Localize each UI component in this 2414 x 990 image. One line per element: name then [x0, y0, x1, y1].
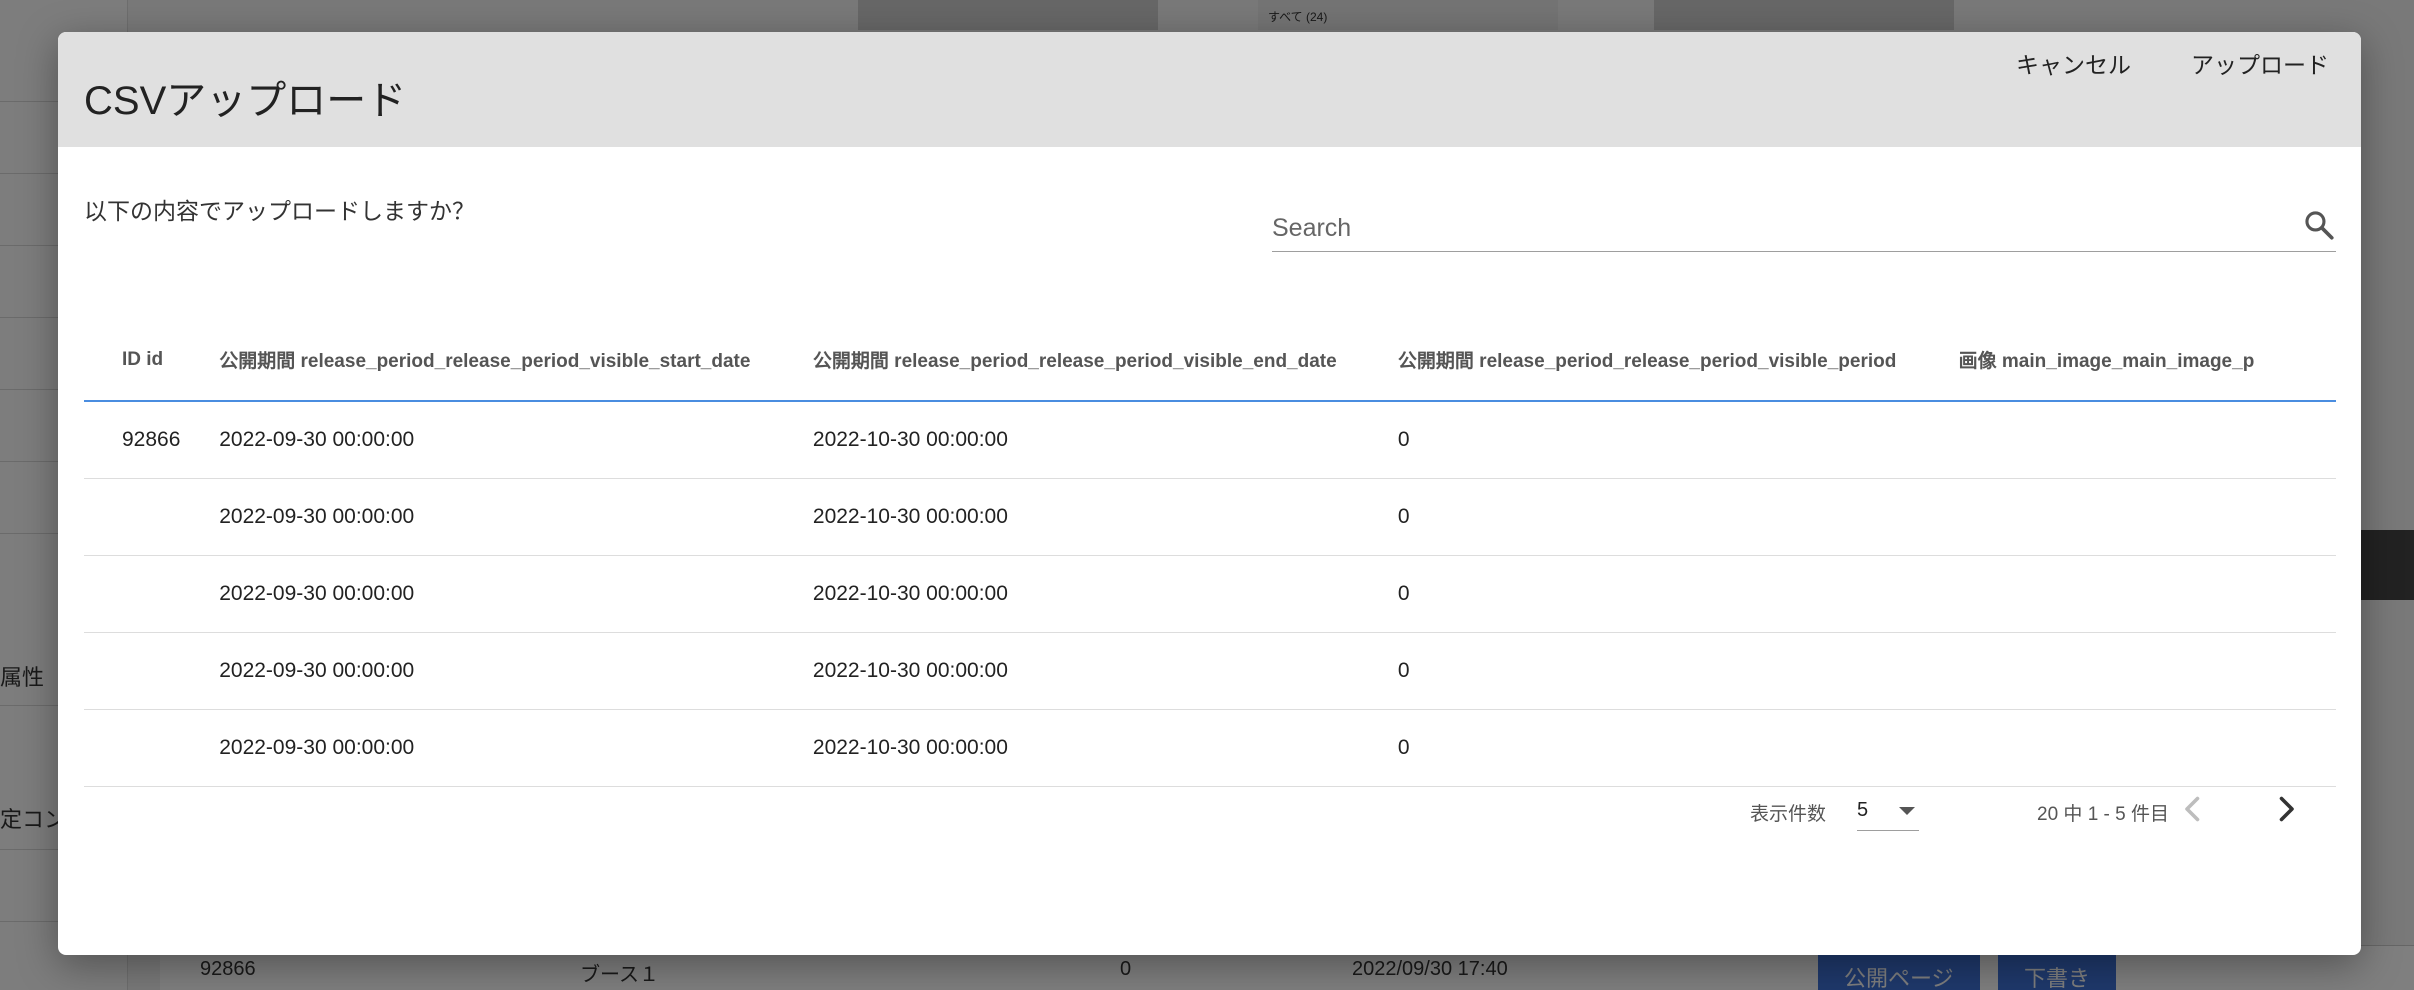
csv-upload-dialog: CSVアップロード 以下の内容でアップロードしますか？ ID id 公開期間 r…: [58, 32, 2361, 955]
table-row: 2022-09-30 00:00:00 2022-10-30 00:00:00 …: [84, 709, 2336, 787]
rows-per-page-value: 5: [1857, 799, 1869, 821]
table-cell: 0: [1397, 709, 1959, 787]
table-cell: 2022-10-30 00:00:00: [812, 555, 1398, 633]
column-header[interactable]: 公開期間 release_period_release_period_visib…: [1397, 319, 1959, 402]
table-cell: [1958, 555, 2336, 633]
table-cell: [84, 478, 220, 556]
cancel-button[interactable]: キャンセル: [2016, 46, 2131, 80]
table-cell: 0: [1397, 555, 1959, 633]
table-row: 92866 2022-09-30 00:00:00 2022-10-30 00:…: [84, 401, 2336, 479]
table-cell: 2022-10-30 00:00:00: [812, 632, 1398, 710]
table-cell: 0: [1397, 478, 1959, 556]
search-field: [1272, 202, 2336, 252]
column-header[interactable]: 公開期間 release_period_release_period_visib…: [812, 319, 1398, 402]
preview-table: ID id 公開期間 release_period_release_period…: [84, 319, 2336, 787]
table-cell: 2022-10-30 00:00:00: [812, 401, 1398, 479]
table-cell: 2022-09-30 00:00:00: [219, 401, 813, 479]
table-pagination: 表示件数 5 20 中 1 - 5 件目: [84, 787, 2336, 847]
table-cell: [84, 555, 220, 633]
search-icon[interactable]: [2302, 208, 2336, 242]
table-cell: 2022-10-30 00:00:00: [812, 709, 1398, 787]
table-cell: 92866: [84, 401, 220, 479]
preview-table-container[interactable]: ID id 公開期間 release_period_release_period…: [84, 319, 2336, 787]
table-cell: 0: [1397, 401, 1959, 479]
table-cell: 2022-09-30 00:00:00: [219, 478, 813, 556]
upload-button[interactable]: アップロード: [2191, 46, 2329, 80]
chevron-left-icon[interactable]: [2175, 791, 2211, 827]
table-cell: [1958, 709, 2336, 787]
table-header-row: ID id 公開期間 release_period_release_period…: [84, 319, 2336, 402]
confirm-prompt: 以下の内容でアップロードしますか？: [84, 198, 475, 224]
dialog-title: CSVアップロード: [84, 79, 407, 123]
table-cell: 2022-10-30 00:00:00: [812, 478, 1398, 556]
page-range-text: 20 中 1 - 5 件目: [2037, 804, 2169, 825]
column-header[interactable]: ID id: [84, 319, 220, 402]
table-row: 2022-09-30 00:00:00 2022-10-30 00:00:00 …: [84, 478, 2336, 556]
table-cell: [1958, 632, 2336, 710]
rows-per-page-label: 表示件数: [1750, 804, 1827, 825]
table-cell: [1958, 401, 2336, 479]
table-row: 2022-09-30 00:00:00 2022-10-30 00:00:00 …: [84, 632, 2336, 710]
chevron-right-icon[interactable]: [2268, 791, 2304, 827]
table-cell: [1958, 478, 2336, 556]
table-cell: [84, 709, 220, 787]
table-row: 2022-09-30 00:00:00 2022-10-30 00:00:00 …: [84, 555, 2336, 633]
search-input[interactable]: [1272, 214, 2272, 243]
table-cell: [84, 632, 220, 710]
column-header[interactable]: 画像 main_image_main_image_p: [1958, 319, 2336, 402]
table-cell: 2022-09-30 00:00:00: [219, 555, 813, 633]
table-cell: 2022-09-30 00:00:00: [219, 709, 813, 787]
table-cell: 2022-09-30 00:00:00: [219, 632, 813, 710]
column-header[interactable]: 公開期間 release_period_release_period_visib…: [219, 319, 813, 402]
table-cell: 0: [1397, 632, 1959, 710]
rows-per-page-select[interactable]: 5: [1857, 789, 1919, 831]
chevron-down-icon: [1899, 807, 1915, 815]
